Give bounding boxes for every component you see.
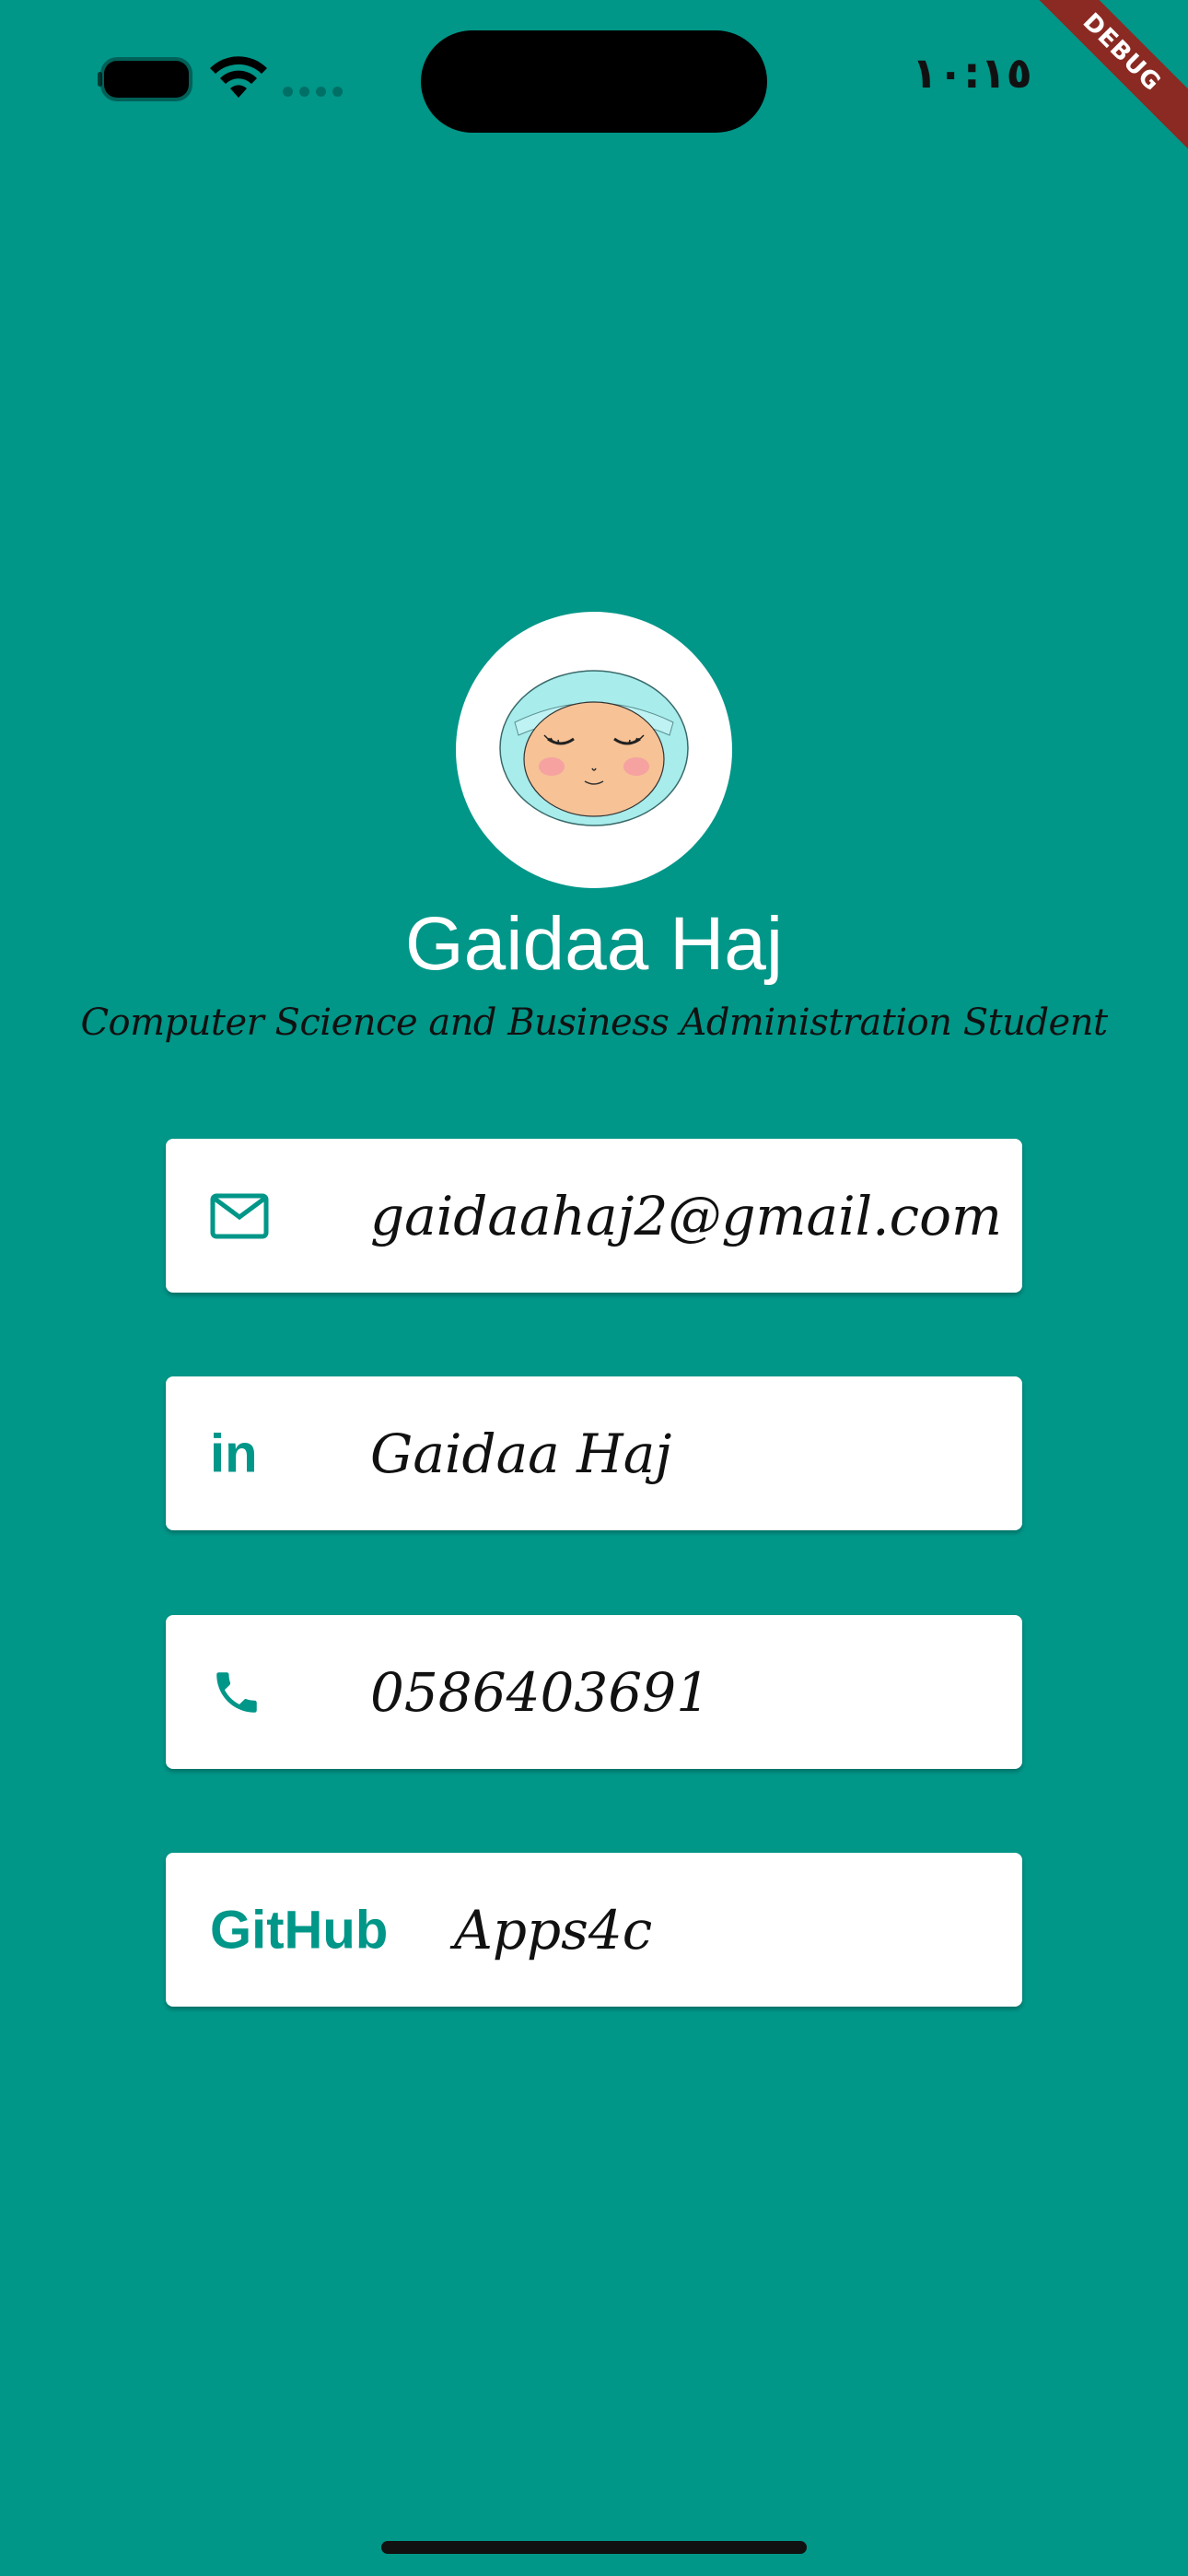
dynamic-island [421,30,767,133]
github-icon: GitHub [210,1900,389,1960]
github-text: Apps4c [454,1898,653,1961]
avatar-illustration [499,670,689,826]
debug-banner: DEBUG [1013,0,1188,175]
debug-label: DEBUG [1013,0,1188,166]
wifi-icon [210,56,267,98]
phone-icon [216,1671,257,1713]
linkedin-card[interactable]: in Gaidaa Haj [166,1376,1022,1530]
home-indicator[interactable] [381,2541,807,2554]
email-card[interactable]: gaidaahaj2@gmail.com [166,1139,1022,1293]
battery-icon [104,61,189,98]
phone-card[interactable]: 0586403691 [166,1615,1022,1769]
email-text: gaidaahaj2@gmail.com [370,1184,1003,1247]
mail-icon [210,1193,269,1238]
battery-cap [98,72,102,87]
status-bar: ١٠:١٥ [0,0,1188,166]
cellular-signal-icon [283,87,347,100]
phone-text: 0586403691 [370,1660,711,1724]
linkedin-text: Gaidaa Haj [370,1422,672,1485]
linkedin-icon: in [210,1423,258,1483]
profile-title: Computer Science and Business Administra… [80,1001,1108,1044]
github-card[interactable]: GitHub Apps4c [166,1853,1022,2007]
profile-name: Gaidaa Haj [404,902,784,986]
avatar [456,612,732,888]
